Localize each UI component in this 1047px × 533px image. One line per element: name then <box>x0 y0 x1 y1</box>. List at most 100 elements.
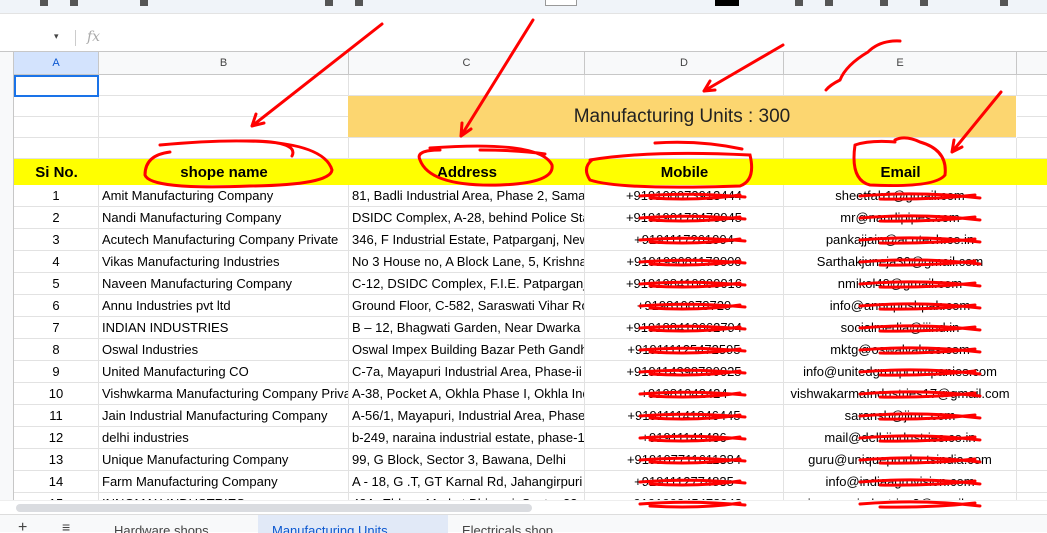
empty-cell[interactable] <box>99 75 349 96</box>
mobile-cell[interactable]: +919114398780025 <box>585 361 784 383</box>
email-cell[interactable]: sheetfab1@gmail.com <box>784 185 1017 207</box>
merge-icon[interactable] <box>825 0 833 6</box>
decimal-icon[interactable] <box>355 0 363 6</box>
tab-electricals-shop[interactable]: Electricals shop <box>448 515 598 533</box>
empty-cell[interactable] <box>349 75 585 96</box>
mobile-cell[interactable]: +919100073913444 <box>585 185 784 207</box>
empty-cell[interactable] <box>1017 117 1047 138</box>
horizontal-scrollbar[interactable] <box>0 500 1047 513</box>
sno-cell[interactable]: 13 <box>14 449 99 471</box>
address-cell[interactable]: No 3 House no, A Block Lane, 5, Krishna … <box>349 251 585 273</box>
address-cell[interactable]: 99, G Block, Sector 3, Bawana, Delhi <box>349 449 585 471</box>
address-cell[interactable]: 81, Badli Industrial Area, Phase 2, Sama… <box>349 185 585 207</box>
empty-cell[interactable] <box>1017 295 1047 317</box>
sno-cell[interactable]: 2 <box>14 207 99 229</box>
address-cell[interactable]: C-12, DSIDC Complex, F.I.E. Patparganj <box>349 273 585 295</box>
sno-cell[interactable]: 14 <box>14 471 99 493</box>
empty-cell[interactable] <box>99 138 349 159</box>
text-color-icon[interactable] <box>715 0 739 6</box>
empty-cell[interactable] <box>1017 383 1047 405</box>
address-cell[interactable]: DSIDC Complex, A-28, behind Police Stati… <box>349 207 585 229</box>
email-cell[interactable]: mktg@oswalvalves.com <box>784 339 1017 361</box>
mobile-cell[interactable]: +919810078720 <box>585 295 784 317</box>
address-cell[interactable]: C-7a, Mayapuri Industrial Area, Phase-ii <box>349 361 585 383</box>
column-header-f[interactable] <box>1017 52 1047 75</box>
mobile-cell[interactable]: +919111141846445 <box>585 405 784 427</box>
empty-cell[interactable] <box>1017 405 1047 427</box>
email-cell[interactable]: mr@nandipipes.com <box>784 207 1017 229</box>
name-cell[interactable]: United Manufacturing CO <box>99 361 349 383</box>
empty-cell[interactable] <box>585 75 784 96</box>
mobile-cell[interactable]: +919111125472595 <box>585 339 784 361</box>
name-cell[interactable]: Oswal Industries <box>99 339 349 361</box>
email-cell[interactable]: nmikol40@gmail.com <box>784 273 1017 295</box>
sno-cell[interactable]: 4 <box>14 251 99 273</box>
empty-cell[interactable] <box>1017 251 1047 273</box>
empty-cell[interactable] <box>1017 185 1047 207</box>
empty-cell[interactable] <box>1017 75 1047 96</box>
sno-cell[interactable]: 12 <box>14 427 99 449</box>
empty-cell[interactable] <box>1017 317 1047 339</box>
sno-cell[interactable]: 8 <box>14 339 99 361</box>
mobile-cell[interactable]: +919190178478945 <box>585 207 784 229</box>
email-cell[interactable]: vishwakarmaIndustries17@gmail.com <box>784 383 1017 405</box>
column-header-a[interactable]: A <box>14 52 99 75</box>
name-cell[interactable]: Annu Industries pvt ltd <box>99 295 349 317</box>
address-cell[interactable]: A-38, Pocket A, Okhla Phase I, Okhla Ind… <box>349 383 585 405</box>
address-cell[interactable]: Oswal Impex Building Bazar Peth Gandhi <box>349 339 585 361</box>
empty-cell[interactable] <box>14 138 99 159</box>
sno-cell[interactable]: 5 <box>14 273 99 295</box>
empty-cell[interactable] <box>784 138 1017 159</box>
empty-cell[interactable] <box>1017 471 1047 493</box>
sno-cell[interactable]: 10 <box>14 383 99 405</box>
empty-cell[interactable] <box>14 96 99 117</box>
name-cell[interactable]: Naveen Manufacturing Company <box>99 273 349 295</box>
email-cell[interactable]: socialmedia@iiind.in <box>784 317 1017 339</box>
mobile-cell[interactable]: +919107711611384 <box>585 449 784 471</box>
email-cell[interactable]: saransh@jimc.com <box>784 405 1017 427</box>
empty-cell[interactable] <box>1017 449 1047 471</box>
address-cell[interactable]: b-249, naraina industrial estate, phase-… <box>349 427 585 449</box>
undo-icon[interactable] <box>40 0 48 6</box>
column-header-d[interactable]: D <box>585 52 784 75</box>
valign-icon[interactable] <box>920 0 928 6</box>
row-gutter[interactable] <box>0 52 14 502</box>
decimal-icon[interactable] <box>325 0 333 6</box>
column-header-c[interactable]: C <box>349 52 585 75</box>
mobile-cell[interactable]: +919199681178000 <box>585 251 784 273</box>
all-sheets-button[interactable]: ≡ <box>62 515 70 533</box>
sno-cell[interactable]: 3 <box>14 229 99 251</box>
name-cell[interactable]: INDIAN INDUSTRIES <box>99 317 349 339</box>
empty-cell[interactable] <box>1017 427 1047 449</box>
address-cell[interactable]: Ground Floor, C-582, Saraswati Vihar Roa… <box>349 295 585 317</box>
name-cell[interactable]: Unique Manufacturing Company <box>99 449 349 471</box>
address-cell[interactable]: A - 18, G .T, GT Karnal Rd, Jahangirpuri <box>349 471 585 493</box>
paint-format-icon[interactable] <box>140 0 148 6</box>
name-box-dropdown-icon[interactable]: ▾ <box>54 31 59 42</box>
borders-icon[interactable] <box>795 0 803 6</box>
mobile-cell[interactable]: +91981042424 <box>585 383 784 405</box>
empty-cell[interactable] <box>99 96 349 117</box>
redo-icon[interactable] <box>70 0 78 6</box>
name-cell[interactable]: Vikas Manufacturing Industries <box>99 251 349 273</box>
name-cell[interactable]: delhi industries <box>99 427 349 449</box>
empty-cell[interactable] <box>1017 207 1047 229</box>
address-cell[interactable]: A-56/1, Mayapuri, Industrial Area, Phase… <box>349 405 585 427</box>
header-address[interactable]: Address <box>349 159 585 185</box>
mobile-cell[interactable]: +919188410662794 <box>585 317 784 339</box>
empty-cell[interactable] <box>1017 339 1047 361</box>
align-icon[interactable] <box>880 0 888 6</box>
header-email[interactable]: Email <box>784 159 1017 185</box>
column-header-e[interactable]: E <box>784 52 1017 75</box>
email-cell[interactable]: info@annupushpak.com <box>784 295 1017 317</box>
name-cell[interactable]: Jain Industrial Manufacturing Company <box>99 405 349 427</box>
empty-cell[interactable] <box>1017 229 1047 251</box>
column-header-b[interactable]: B <box>99 52 349 75</box>
sno-cell[interactable]: 9 <box>14 361 99 383</box>
email-cell[interactable]: pankajjain@acutech.co.in <box>784 229 1017 251</box>
sno-cell[interactable]: 11 <box>14 405 99 427</box>
scrollbar-thumb[interactable] <box>16 504 532 512</box>
name-cell[interactable]: Farm Manufacturing Company <box>99 471 349 493</box>
address-cell[interactable]: 346, F Industrial Estate, Patparganj, Ne… <box>349 229 585 251</box>
email-cell[interactable]: info@indiaagrovision.com <box>784 471 1017 493</box>
